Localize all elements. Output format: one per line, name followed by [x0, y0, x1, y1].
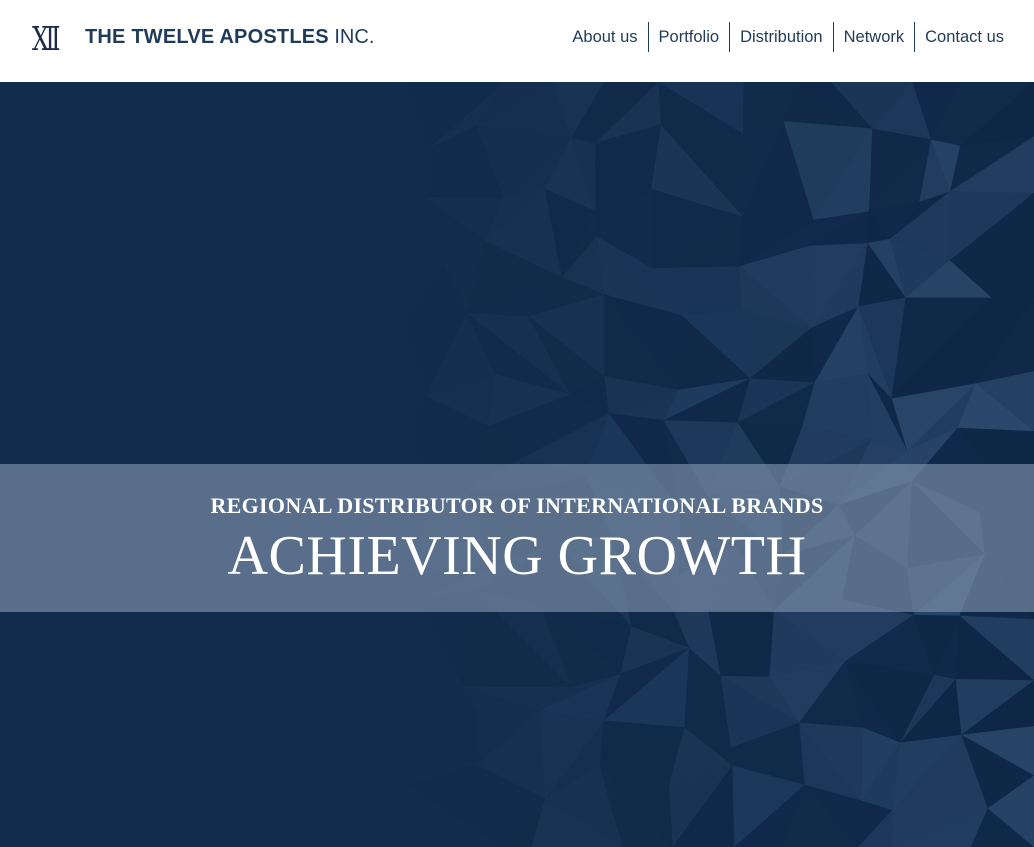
nav-network[interactable]: Network	[834, 22, 915, 52]
nav-portfolio[interactable]: Portfolio	[649, 22, 730, 52]
hero-section: REGIONAL DISTRIBUTOR OF INTERNATIONAL BR…	[0, 82, 1034, 847]
nav-about-us[interactable]: About us	[562, 22, 647, 52]
main-nav: About us Portfolio Distribution Network …	[562, 22, 1014, 52]
hero-title: ACHIEVING GROWTH	[227, 525, 807, 587]
hero-subtitle: REGIONAL DISTRIBUTOR OF INTERNATIONAL BR…	[210, 493, 824, 518]
nav-distribution[interactable]: Distribution	[730, 22, 833, 52]
brand-logo[interactable]: THE TWELVE APOSTLES INC.	[85, 24, 374, 50]
brand-name: THE TWELVE APOSTLES	[85, 26, 329, 48]
hero-banner: REGIONAL DISTRIBUTOR OF INTERNATIONAL BR…	[0, 464, 1034, 612]
site-header: XII THE TWELVE APOSTLES INC. About us Po…	[0, 0, 1034, 82]
nav-contact-us[interactable]: Contact us	[915, 22, 1014, 52]
brand-suffix: INC.	[334, 26, 375, 48]
logo-mark[interactable]: XII	[32, 22, 60, 55]
